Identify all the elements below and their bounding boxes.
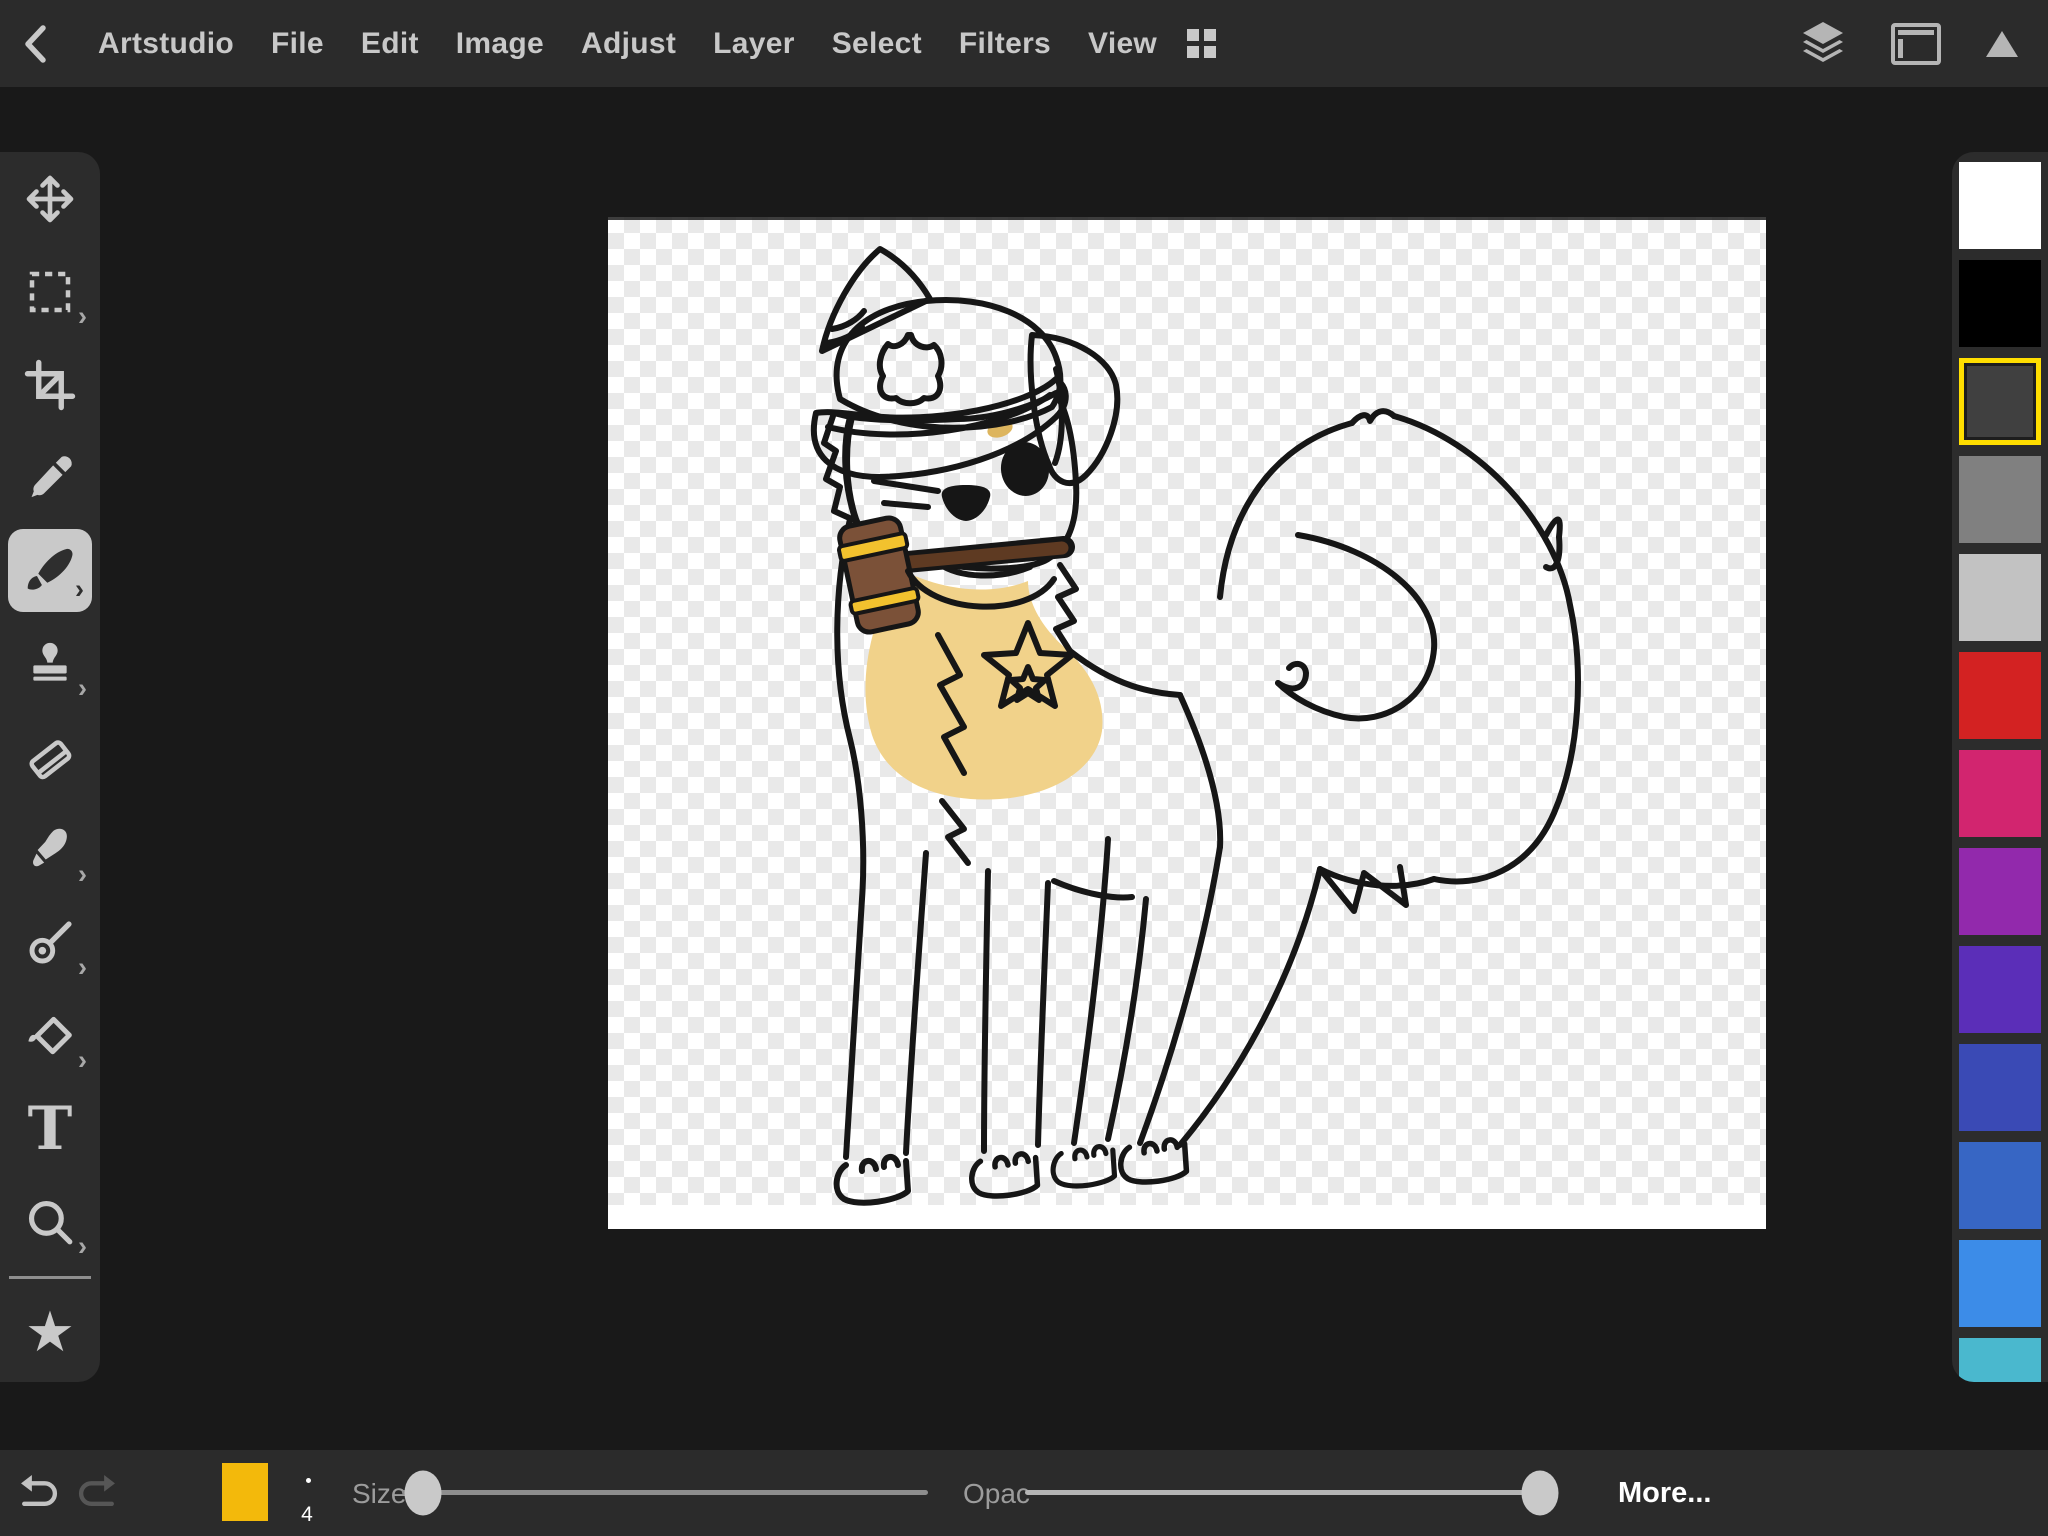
- fill-bucket-icon: [23, 1009, 77, 1063]
- tool-clone-stamp[interactable]: ›: [0, 617, 100, 710]
- tool-paintbrush[interactable]: ›: [0, 524, 100, 617]
- top-menu-bar: Artstudio File Edit Image Adjust Layer S…: [0, 0, 2048, 87]
- tool-text[interactable]: T: [0, 1082, 100, 1175]
- windows-panel-icon[interactable]: [1890, 22, 1942, 66]
- opacity-slider[interactable]: [1025, 1490, 1540, 1495]
- brush-color-swatch[interactable]: [222, 1463, 268, 1521]
- submenu-chevron: ›: [75, 576, 84, 603]
- artstudio-app: Artstudio File Edit Image Adjust Layer S…: [0, 0, 2048, 1536]
- color-swatch-3[interactable]: [1959, 456, 2041, 543]
- gradient-pin-icon: [23, 916, 77, 970]
- menu-view[interactable]: View: [1088, 27, 1157, 61]
- opacity-slider-thumb[interactable]: [1522, 1470, 1559, 1515]
- back-button[interactable]: [0, 0, 72, 87]
- zoom-icon: [23, 1195, 77, 1249]
- paintbrush-icon: [23, 544, 77, 598]
- color-swatch-5[interactable]: [1959, 652, 2041, 739]
- favorites-star-icon: ★: [25, 1304, 75, 1360]
- tool-fill-bucket[interactable]: ›: [0, 989, 100, 1082]
- more-button[interactable]: More...: [1618, 1477, 1711, 1510]
- workspace-grid-icon[interactable]: [1187, 29, 1216, 58]
- menu-adjust[interactable]: Adjust: [581, 27, 676, 61]
- submenu-chevron: ›: [78, 954, 87, 981]
- tool-smudge[interactable]: ›: [0, 803, 100, 896]
- color-swatch-2[interactable]: [1959, 358, 2041, 445]
- color-swatch-4[interactable]: [1959, 554, 2041, 641]
- menu-items: Artstudio File Edit Image Adjust Layer S…: [98, 27, 1157, 61]
- artwork-drawing: [608, 217, 1766, 1229]
- submenu-chevron: ›: [78, 1047, 87, 1074]
- menu-layer[interactable]: Layer: [713, 27, 795, 61]
- tool-marquee-select[interactable]: ›: [0, 245, 100, 338]
- eraser-icon: [23, 730, 77, 784]
- crop-icon: [23, 358, 77, 412]
- color-swatch-8[interactable]: [1959, 946, 2041, 1033]
- move-icon: [22, 171, 78, 227]
- menu-edit[interactable]: Edit: [361, 27, 419, 61]
- size-slider[interactable]: [402, 1490, 928, 1495]
- brush-size-value: 4: [294, 1503, 320, 1527]
- smudge-icon: [23, 823, 77, 877]
- color-swatch-1[interactable]: [1959, 260, 2041, 347]
- collapse-triangle-icon[interactable]: [1982, 27, 2022, 61]
- text-tool-icon: T: [28, 1099, 73, 1159]
- menu-artstudio[interactable]: Artstudio: [98, 27, 234, 61]
- size-label: Size: [352, 1478, 406, 1510]
- redo-icon[interactable]: [76, 1468, 122, 1514]
- toolbar-divider: [9, 1276, 91, 1279]
- brush-size-preview-dot: [306, 1478, 311, 1483]
- tool-zoom[interactable]: ›: [0, 1175, 100, 1268]
- color-swatch-0[interactable]: [1959, 162, 2041, 249]
- submenu-chevron: ›: [78, 675, 87, 702]
- opacity-label: Opac: [963, 1478, 1030, 1510]
- menu-filters[interactable]: Filters: [959, 27, 1051, 61]
- bottom-options-bar: 4 Size Opac More...: [0, 1450, 2048, 1536]
- menu-select[interactable]: Select: [832, 27, 922, 61]
- color-swatch-10[interactable]: [1959, 1142, 2041, 1229]
- menu-file[interactable]: File: [271, 27, 324, 61]
- tool-eraser[interactable]: [0, 710, 100, 803]
- color-swatch-7[interactable]: [1959, 848, 2041, 935]
- submenu-chevron: ›: [78, 861, 87, 888]
- tool-gradient-pin[interactable]: ›: [0, 896, 100, 989]
- menu-image[interactable]: Image: [456, 27, 544, 61]
- tool-eyedropper[interactable]: [0, 431, 100, 524]
- color-swatches: [1952, 152, 2048, 1382]
- marquee-select-icon: [23, 265, 77, 319]
- layers-icon[interactable]: [1796, 18, 1850, 70]
- clone-stamp-icon: [23, 637, 77, 691]
- eyedropper-icon: [23, 451, 77, 505]
- tool-favorites[interactable]: ★: [0, 1285, 100, 1378]
- color-swatch-12[interactable]: [1959, 1338, 2041, 1382]
- color-swatch-6[interactable]: [1959, 750, 2041, 837]
- color-swatch-9[interactable]: [1959, 1044, 2041, 1131]
- submenu-chevron: ›: [78, 303, 87, 330]
- back-chevron-icon: [16, 20, 56, 68]
- size-slider-thumb[interactable]: [405, 1470, 442, 1515]
- submenu-chevron: ›: [78, 1233, 87, 1260]
- tool-move[interactable]: [0, 152, 100, 245]
- tool-crop[interactable]: [0, 338, 100, 431]
- color-swatch-11[interactable]: [1959, 1240, 2041, 1327]
- undo-icon[interactable]: [14, 1468, 60, 1514]
- drawing-canvas[interactable]: [608, 217, 1766, 1229]
- tool-palette: › › ›: [0, 152, 100, 1382]
